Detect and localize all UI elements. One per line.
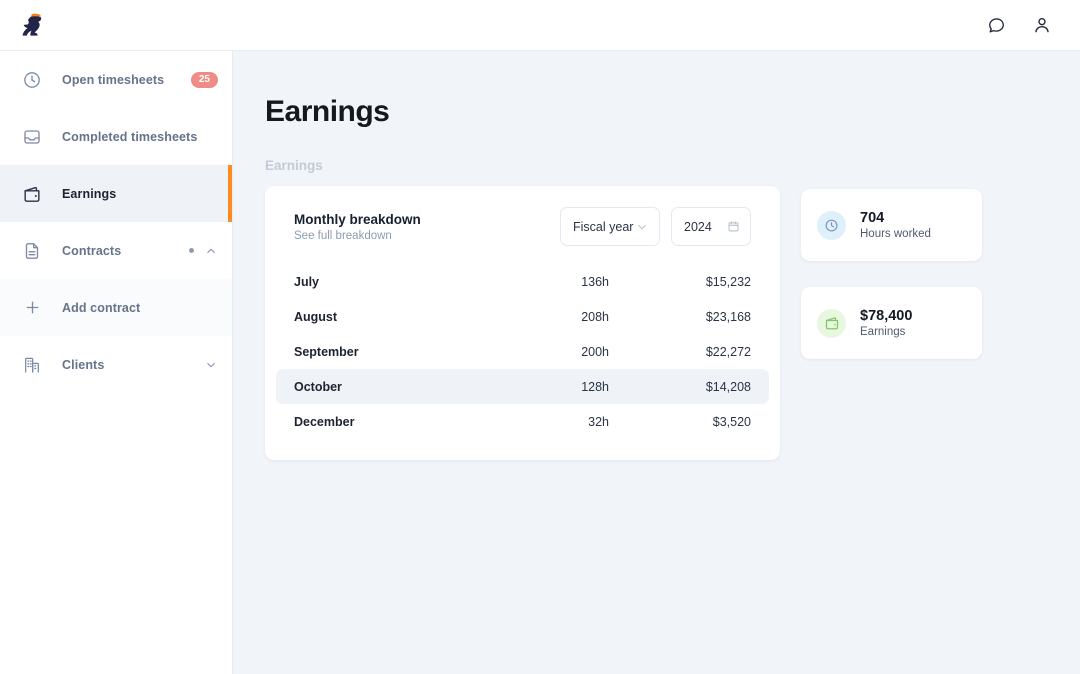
wallet-icon <box>817 309 846 338</box>
table-row[interactable]: October 128h $14,208 <box>276 369 769 404</box>
app-root: Open timesheets 25 Completed timesheets <box>0 0 1080 674</box>
table-row[interactable]: December 32h $3,520 <box>276 404 769 439</box>
row-amount: $22,272 <box>631 345 751 359</box>
period-select[interactable]: Fiscal year <box>560 207 660 246</box>
calendar-icon <box>727 220 740 233</box>
document-icon <box>19 238 45 264</box>
period-select-value: Fiscal year <box>573 220 633 234</box>
sidebar: Open timesheets 25 Completed timesheets <box>0 51 233 674</box>
stat-cards: 704 Hours worked <box>801 186 982 359</box>
row-amount: $23,168 <box>631 310 751 324</box>
row-amount: $3,520 <box>631 415 751 429</box>
wallet-icon <box>19 181 45 207</box>
row-hours: 32h <box>511 415 631 429</box>
sidebar-item-label: Contracts <box>62 244 121 258</box>
breakdown-heading-group: Monthly breakdown See full breakdown <box>294 212 421 242</box>
sidebar-item-label: Add contract <box>62 301 140 315</box>
sidebar-item-label: Earnings <box>62 187 116 201</box>
monthly-breakdown-card: Monthly breakdown See full breakdown Fis… <box>265 186 780 460</box>
contracts-status-dot-icon <box>189 248 194 253</box>
table-row[interactable]: July 136h $15,232 <box>276 264 769 299</box>
open-timesheets-badge: 25 <box>191 72 218 88</box>
table-row[interactable]: September 200h $22,272 <box>276 334 769 369</box>
row-amount: $14,208 <box>631 380 751 394</box>
inbox-icon <box>19 124 45 150</box>
sidebar-item-label: Completed timesheets <box>62 130 197 144</box>
sidebar-item-clients[interactable]: Clients <box>0 336 232 393</box>
see-full-breakdown-link[interactable]: See full breakdown <box>294 230 421 242</box>
sidebar-item-open-timesheets[interactable]: Open timesheets 25 <box>0 51 232 108</box>
stat-text-group: 704 Hours worked <box>860 209 931 242</box>
stat-card-earnings: $78,400 Earnings <box>801 287 982 359</box>
page-title: Earnings <box>265 95 1080 129</box>
breakdown-header: Monthly breakdown See full breakdown Fis… <box>276 207 769 246</box>
row-month: August <box>294 310 511 324</box>
monthly-breakdown-table: July 136h $15,232 August 208h $23,168 Se… <box>276 264 769 439</box>
main-content: Earnings Earnings Monthly breakdown See … <box>233 51 1080 674</box>
user-account-icon[interactable] <box>1028 11 1056 39</box>
row-amount: $15,232 <box>631 275 751 289</box>
stat-label: Hours worked <box>860 227 931 241</box>
chevron-down-icon <box>636 221 648 233</box>
table-row[interactable]: August 208h $23,168 <box>276 299 769 334</box>
plus-icon <box>19 295 45 321</box>
row-month: July <box>294 275 511 289</box>
clock-icon <box>817 211 846 240</box>
app-logo[interactable] <box>18 7 62 43</box>
year-picker-value: 2024 <box>684 220 712 234</box>
body-split: Open timesheets 25 Completed timesheets <box>0 51 1080 674</box>
sidebar-item-add-contract[interactable]: Add contract <box>0 279 232 336</box>
row-hours: 208h <box>511 310 631 324</box>
top-bar-actions <box>982 11 1056 39</box>
breakdown-controls: Fiscal year 2024 <box>560 207 751 246</box>
top-bar <box>0 0 1080 51</box>
row-month: December <box>294 415 511 429</box>
content-row: Monthly breakdown See full breakdown Fis… <box>265 186 1080 460</box>
sidebar-item-earnings[interactable]: Earnings <box>0 165 232 222</box>
sidebar-item-label: Clients <box>62 358 104 372</box>
section-label: Earnings <box>265 158 1080 173</box>
stat-value: $78,400 <box>860 307 912 325</box>
stat-value: 704 <box>860 209 931 227</box>
row-hours: 200h <box>511 345 631 359</box>
chat-bubble-icon[interactable] <box>982 11 1010 39</box>
stat-label: Earnings <box>860 325 912 339</box>
row-hours: 136h <box>511 275 631 289</box>
clock-icon <box>19 67 45 93</box>
row-month: September <box>294 345 511 359</box>
year-picker[interactable]: 2024 <box>671 207 751 246</box>
sidebar-item-completed-timesheets[interactable]: Completed timesheets <box>0 108 232 165</box>
chevron-down-icon[interactable] <box>204 358 218 372</box>
sidebar-item-label: Open timesheets <box>62 73 164 87</box>
chevron-up-icon[interactable] <box>204 244 218 258</box>
row-month: October <box>294 380 511 394</box>
stat-text-group: $78,400 Earnings <box>860 307 912 340</box>
breakdown-title: Monthly breakdown <box>294 212 421 227</box>
sidebar-item-contracts[interactable]: Contracts <box>0 222 232 279</box>
row-hours: 128h <box>511 380 631 394</box>
building-icon <box>19 352 45 378</box>
stat-card-hours-worked: 704 Hours worked <box>801 189 982 261</box>
